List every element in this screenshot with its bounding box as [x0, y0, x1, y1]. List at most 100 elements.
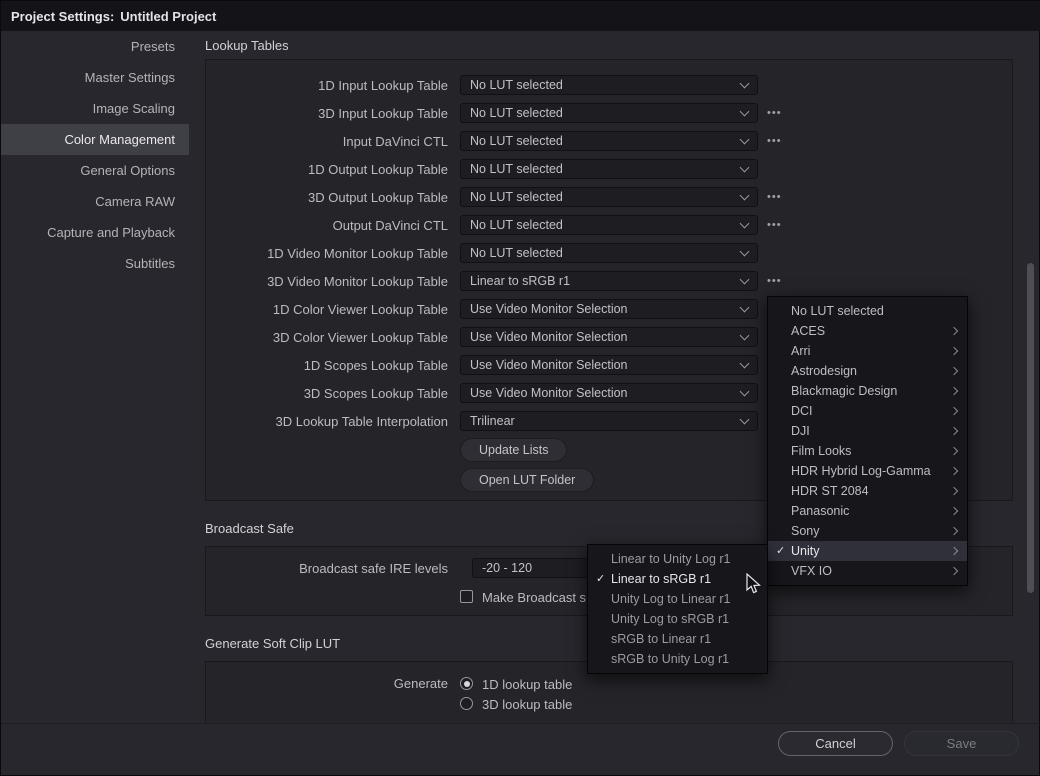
submenu-item-srgb-to-unity-log[interactable]: sRGB to Unity Log r1: [588, 649, 767, 669]
chevron-right-icon: [950, 527, 958, 535]
chevron-down-icon: [740, 106, 750, 116]
more-options-button[interactable]: •••: [767, 131, 782, 151]
mouse-cursor: [746, 573, 762, 596]
dropdown-value: -20 - 120: [482, 561, 532, 575]
chevron-right-icon: [950, 347, 958, 355]
output-davinci-ctl-dropdown[interactable]: No LUT selected: [460, 215, 758, 235]
dropdown-value: No LUT selected: [470, 190, 563, 204]
row-label: 3D Color Viewer Lookup Table: [206, 330, 448, 345]
menu-item-vfx-io[interactable]: VFX IO: [768, 561, 967, 581]
menu-item-aces[interactable]: ACES: [768, 321, 967, 341]
menu-item-dci[interactable]: DCI: [768, 401, 967, 421]
chevron-right-icon: [950, 447, 958, 455]
scrollbar-thumb[interactable]: [1027, 263, 1034, 593]
lookup-tables-section-title: Lookup Tables: [205, 38, 289, 53]
chevron-down-icon: [740, 358, 750, 368]
more-options-button[interactable]: •••: [767, 271, 782, 291]
menu-item-unity[interactable]: ✓ Unity: [768, 541, 967, 561]
1d-scopes-lut-dropdown[interactable]: Use Video Monitor Selection: [460, 355, 758, 375]
sidebar-item-color-management[interactable]: Color Management: [1, 124, 189, 155]
submenu-item-unity-log-to-srgb[interactable]: Unity Log to sRGB r1: [588, 609, 767, 629]
menu-item-hdr-hybrid-log-gamma[interactable]: HDR Hybrid Log-Gamma: [768, 461, 967, 481]
sidebar-item-image-scaling[interactable]: Image Scaling: [1, 93, 189, 124]
chevron-right-icon: [950, 547, 958, 555]
row-label: 1D Input Lookup Table: [206, 78, 448, 93]
chevron-right-icon: [950, 387, 958, 395]
submenu-item-srgb-to-linear[interactable]: sRGB to Linear r1: [588, 629, 767, 649]
more-options-button[interactable]: •••: [767, 187, 782, 207]
row-label: 1D Video Monitor Lookup Table: [206, 246, 448, 261]
chevron-right-icon: [950, 567, 958, 575]
sidebar-item-master-settings[interactable]: Master Settings: [1, 62, 189, 93]
sidebar-item-presets[interactable]: Presets: [1, 31, 189, 62]
1d-lookup-table-radio[interactable]: [460, 677, 473, 690]
project-name: Untitled Project: [120, 9, 216, 24]
3d-color-viewer-lut-dropdown[interactable]: Use Video Monitor Selection: [460, 327, 758, 347]
dropdown-value: Use Video Monitor Selection: [470, 330, 628, 344]
menu-item-astrodesign[interactable]: Astrodesign: [768, 361, 967, 381]
save-button[interactable]: Save: [904, 731, 1019, 756]
dropdown-value: No LUT selected: [470, 134, 563, 148]
row-label: 3D Scopes Lookup Table: [206, 386, 448, 401]
more-options-button[interactable]: •••: [767, 215, 782, 235]
3d-video-monitor-lut-dropdown[interactable]: Linear to sRGB r1: [460, 271, 758, 291]
chevron-down-icon: [740, 330, 750, 340]
3d-lookup-table-radio[interactable]: [460, 697, 473, 710]
open-lut-folder-button[interactable]: Open LUT Folder: [460, 468, 594, 492]
settings-sidebar: Presets Master Settings Image Scaling Co…: [1, 31, 189, 776]
1d-output-lut-dropdown[interactable]: No LUT selected: [460, 159, 758, 179]
more-options-button[interactable]: •••: [767, 103, 782, 123]
lut-row: 1D Video Monitor Lookup Table No LUT sel…: [206, 239, 1012, 267]
chevron-right-icon: [950, 427, 958, 435]
3d-output-lut-dropdown[interactable]: No LUT selected: [460, 187, 758, 207]
menu-item-blackmagic-design[interactable]: Blackmagic Design: [768, 381, 967, 401]
3d-lookup-table-label: 3D lookup table: [482, 697, 572, 712]
footer-divider: [1, 723, 1040, 724]
menu-item-arri[interactable]: Arri: [768, 341, 967, 361]
menu-item-dji[interactable]: DJI: [768, 421, 967, 441]
chevron-right-icon: [950, 507, 958, 515]
chevron-right-icon: [950, 487, 958, 495]
update-lists-button[interactable]: Update Lists: [460, 438, 567, 462]
1d-color-viewer-lut-dropdown[interactable]: Use Video Monitor Selection: [460, 299, 758, 319]
chevron-down-icon: [740, 274, 750, 284]
submenu-item-linear-to-unity-log[interactable]: Linear to Unity Log r1: [588, 549, 767, 569]
row-label: 3D Output Lookup Table: [206, 190, 448, 205]
check-icon: ✓: [776, 541, 791, 561]
chevron-down-icon: [740, 414, 750, 424]
chevron-down-icon: [740, 386, 750, 396]
menu-item-film-looks[interactable]: Film Looks: [768, 441, 967, 461]
row-label: 1D Scopes Lookup Table: [206, 358, 448, 373]
submenu-item-unity-log-to-linear[interactable]: Unity Log to Linear r1: [588, 589, 767, 609]
sidebar-item-general-options[interactable]: General Options: [1, 155, 189, 186]
menu-item-no-lut[interactable]: No LUT selected: [768, 301, 967, 321]
3d-input-lut-dropdown[interactable]: No LUT selected: [460, 103, 758, 123]
sidebar-item-camera-raw[interactable]: Camera RAW: [1, 186, 189, 217]
sidebar-item-subtitles[interactable]: Subtitles: [1, 248, 189, 279]
submenu-item-linear-to-srgb[interactable]: ✓ Linear to sRGB r1: [588, 569, 767, 589]
cancel-button[interactable]: Cancel: [778, 731, 893, 756]
1d-video-monitor-lut-dropdown[interactable]: No LUT selected: [460, 243, 758, 263]
check-icon: ✓: [596, 569, 611, 589]
3d-scopes-lut-dropdown[interactable]: Use Video Monitor Selection: [460, 383, 758, 403]
scrollbar-track[interactable]: [1027, 35, 1037, 735]
project-settings-window: Project Settings: Untitled Project Prese…: [0, 0, 1040, 776]
make-broadcast-safe-checkbox[interactable]: [460, 590, 473, 603]
lut-row: 1D Output Lookup Table No LUT selected: [206, 155, 1012, 183]
menu-item-panasonic[interactable]: Panasonic: [768, 501, 967, 521]
lut-row: 3D Input Lookup Table No LUT selected ••…: [206, 99, 1012, 127]
generate-label: Generate: [206, 676, 448, 691]
dropdown-value: No LUT selected: [470, 106, 563, 120]
ire-levels-label: Broadcast safe IRE levels: [206, 561, 448, 576]
dropdown-value: Trilinear: [470, 414, 515, 428]
dropdown-value: No LUT selected: [470, 218, 563, 232]
row-label: Input DaVinci CTL: [206, 134, 448, 149]
chevron-down-icon: [740, 246, 750, 256]
menu-item-sony[interactable]: Sony: [768, 521, 967, 541]
soft-clip-section-title: Generate Soft Clip LUT: [205, 636, 340, 651]
sidebar-item-capture-and-playback[interactable]: Capture and Playback: [1, 217, 189, 248]
3d-interpolation-dropdown[interactable]: Trilinear: [460, 411, 758, 431]
input-davinci-ctl-dropdown[interactable]: No LUT selected: [460, 131, 758, 151]
1d-input-lut-dropdown[interactable]: No LUT selected: [460, 75, 758, 95]
menu-item-hdr-st-2084[interactable]: HDR ST 2084: [768, 481, 967, 501]
